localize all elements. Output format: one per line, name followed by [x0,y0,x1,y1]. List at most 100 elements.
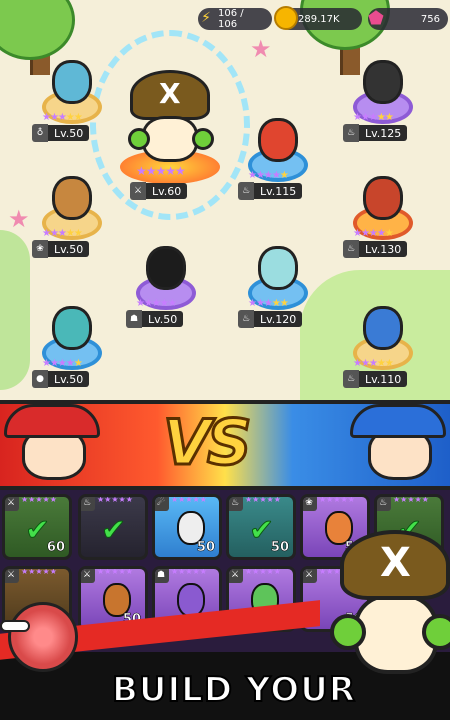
unit-slot[interactable]: ★★★★★ ♨ Lv.130 [343,176,433,258]
star-decoration: ★ [250,35,272,63]
class-icon: ☄ [155,497,169,511]
class-icon: ⚔ [5,569,19,583]
mushroom-face [142,116,198,162]
level-label: Lv.60 [146,183,188,199]
card-stars: ★★★★★ [97,495,133,504]
class-icon: ♨ [229,497,243,511]
energy-counter[interactable]: ⚡ 106 / 106 [198,8,272,30]
card-stars: ★★★★★ [171,567,207,576]
gem-icon: ⬟ [368,7,384,29]
meat-icon [8,602,78,672]
card-stars: ★★★★★ [21,567,57,576]
level-tag: ● Lv.50 [32,370,90,388]
resource-bar: ⚡ 106 / 106 289.17K ⬟ 756 [198,6,448,30]
vs-label: VS [162,405,254,481]
unit-slot[interactable]: ★★★★★ ❀ Lv.50 [32,176,122,258]
red-cap [4,404,100,438]
boxing-glove-icon [192,128,214,150]
class-icon: ♨ [343,240,359,258]
fire-bird-monster [258,118,298,162]
bone-icon [0,620,30,632]
class-icon: ♨ [343,124,359,142]
unit-slot[interactable]: ★★★★★ ♨ Lv.120 [238,246,328,328]
energy-value: 106 / 106 [218,8,244,30]
level-label: Lv.115 [254,183,303,199]
unit-slot[interactable]: ★★★★★ ♨ Lv.115 [238,118,328,200]
class-icon: ⚔ [5,497,19,511]
paw-icon: ❀ [32,240,48,258]
class-icon: ♁ [32,124,48,142]
level-label: Lv.125 [359,125,408,141]
class-icon: ♨ [377,497,391,511]
boxing-glove-icon [422,614,450,650]
unit-slot[interactable]: ★★★★★ ● Lv.50 [32,306,122,388]
card-level: 50 [196,540,216,556]
level-tag: ♨ Lv.130 [343,240,408,258]
level-tag: ❀ Lv.50 [32,240,90,258]
unit-card[interactable]: ♨ ★★★★★ ✔ 50 [226,494,296,560]
card-stars: ★★★★★ [171,495,207,504]
unit-card[interactable]: ⚔ ★★★★★ ✔ 60 [2,494,72,560]
level-label: Lv.130 [359,241,408,257]
banner-title: BUILD YOUR [111,669,356,711]
card-stars: ★★★★★ [319,495,355,504]
card-level: 60 [46,540,66,556]
level-label: Lv.110 [359,371,408,387]
ice-dragon-monster [258,246,298,290]
gem-value: 756 [420,13,440,25]
mascot-cap: X [340,530,450,600]
rank-stars: ★★★★★ [42,358,83,369]
level-tag: ⚔ Lv.60 [130,182,188,200]
unit-card[interactable]: ♨★★★★★ ✔ [78,494,148,560]
card-stars: ★★★★★ [245,567,281,576]
level-tag: ☗ Lv.50 [126,310,184,328]
shadow-monster [146,246,186,290]
gem-counter[interactable]: ⬟ 756 [368,8,448,30]
card-stars: ★★★★★ [21,495,57,504]
blue-cap [350,404,446,438]
class-icon: ☗ [155,569,169,583]
rank-stars: ★★★★★ [353,358,394,369]
unit-slot[interactable]: ★★★★★ ☗ Lv.50 [126,246,216,328]
mushroom-cap: X [130,70,210,120]
rank-stars: ★★★★★ [248,170,289,181]
rank-stars: ★★★★★ [353,228,394,239]
player-avatar-red [4,404,100,486]
level-label: Lv.50 [142,311,184,327]
level-label: Lv.50 [48,371,90,387]
class-icon: ♨ [238,182,254,200]
ghost-icon: ☗ [126,310,142,328]
sea-monster [52,306,92,350]
checkmark-icon: ✔ [100,513,127,549]
unit-card[interactable]: ☄ ★★★★★ 50 [152,494,222,560]
monkey-monster [52,176,92,220]
rank-stars: ★★★★★ [42,112,83,123]
rank-stars: ★★★★★ [136,298,177,309]
rank-stars: ★★★★★ [248,298,289,309]
level-tag: ♨ Lv.115 [238,182,303,200]
class-icon: ♨ [238,310,254,328]
boxing-glove-icon [128,128,150,150]
level-label: Lv.120 [254,311,303,327]
water-drop-icon: ● [32,370,48,388]
penguin-monster [363,306,403,350]
rank-stars: ★★★★★ [353,112,394,123]
gold-counter[interactable]: 289.17K [274,6,362,30]
unit-slot[interactable]: ★★★★★ ♨ Lv.125 [343,60,433,142]
boxing-glove-icon [330,614,366,650]
level-tag: ♨ Lv.110 [343,370,408,388]
unit-slot[interactable]: ★★★★★ ♨ Lv.110 [343,306,433,388]
rank-stars: ★★★★★ [42,228,83,239]
level-tag: ♨ Lv.125 [343,124,408,142]
card-stars: ★★★★★ [393,495,429,504]
star-decoration: ★ [8,205,30,233]
class-icon: ⚔ [81,569,95,583]
gold-value: 289.17K [298,13,340,25]
class-icon: ⚔ [229,569,243,583]
coin-icon [274,6,298,30]
unit-slot[interactable]: ★★★★★ ♁ Lv.50 [32,60,122,142]
rank-stars: ★★★★★ [136,164,186,178]
lightning-icon: ⚡ [201,10,211,26]
seedling-monster [52,60,92,104]
class-icon: ❀ [303,497,317,511]
